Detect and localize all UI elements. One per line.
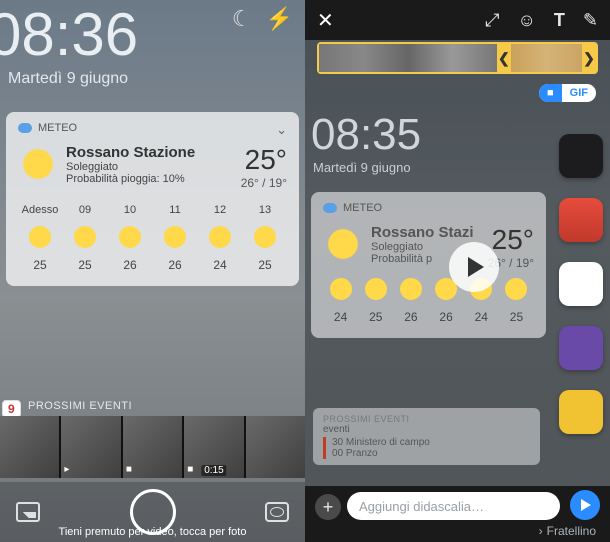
trim-handle-left[interactable]: ❮ xyxy=(497,44,511,72)
video-edit-screen: ✕ ⤢ ☺ T ✎ ❮ ❯ ■ GIF 08:35 Martedì 9 giug… xyxy=(305,0,610,542)
media-thumb[interactable]: ■ xyxy=(184,416,243,478)
trim-track[interactable] xyxy=(319,44,497,72)
night-mode-icon[interactable]: ☾ xyxy=(232,6,252,32)
app-icon xyxy=(559,326,603,370)
events-widget: PROSSIMI EVENTI eventi 30 Ministero di c… xyxy=(313,408,540,465)
video-icon: ■ xyxy=(547,87,554,99)
sun-icon xyxy=(164,226,186,248)
home-app-column xyxy=(552,130,610,472)
sun-icon xyxy=(119,226,141,248)
weather-app-icon xyxy=(18,123,32,133)
media-thumb[interactable] xyxy=(0,416,59,478)
emoji-icon[interactable]: ☺ xyxy=(518,10,536,31)
video-mode[interactable]: ■ xyxy=(539,84,562,102)
sun-icon xyxy=(74,226,96,248)
sun-icon xyxy=(209,226,231,248)
weather-range: 26° / 19° xyxy=(241,176,287,190)
capture-hint: Tieni premuto per video, tocca per foto xyxy=(0,526,305,538)
weather-widget: METEO ⌄ Rossano Stazione Soleggiato Prob… xyxy=(6,112,299,286)
preview-weather-widget: METEO Rossano Stazi Soleggiato Probabili… xyxy=(311,192,546,338)
preview-date: Martedì 9 giugno xyxy=(313,160,411,175)
media-thumb[interactable]: ▸ xyxy=(61,416,120,478)
weather-location: Rossano Stazione xyxy=(66,144,233,161)
sun-icon xyxy=(365,278,387,300)
trim-handle-right[interactable]: ❯ xyxy=(582,44,596,72)
crop-icon[interactable]: ⤢ xyxy=(485,10,499,31)
video-gif-toggle[interactable]: ■ GIF xyxy=(539,84,596,102)
flash-icon[interactable]: ⚡ xyxy=(266,6,293,32)
app-icon xyxy=(559,390,603,434)
gif-mode[interactable]: GIF xyxy=(562,84,596,102)
weather-condition: Soleggiato xyxy=(66,161,233,173)
sun-icon xyxy=(323,224,363,264)
clock-app-icon xyxy=(559,134,603,178)
weather-temp: 25° xyxy=(241,144,287,176)
gallery-icon[interactable] xyxy=(16,502,40,522)
recent-media-strip[interactable]: ▸ ■ ■ xyxy=(0,416,305,478)
weather-app-icon xyxy=(323,203,337,213)
video-trimmer[interactable]: ❮ ❯ xyxy=(317,42,598,74)
hourly-forecast: Adesso25 0925 1026 1126 1224 1325 xyxy=(18,204,287,272)
caption-input[interactable]: Aggiungi didascalia… xyxy=(347,492,560,520)
editor-topbar: ✕ ⤢ ☺ T ✎ xyxy=(305,0,610,40)
media-thumb[interactable] xyxy=(246,416,305,478)
add-media-button[interactable]: + xyxy=(315,494,341,520)
weather-rain: Probabilità pioggia: 10% xyxy=(66,173,233,185)
switch-camera-icon[interactable] xyxy=(265,502,289,522)
sun-icon xyxy=(330,278,352,300)
video-icon: ▸ xyxy=(64,464,69,475)
preview-clock: 08:35 xyxy=(311,110,421,160)
close-icon[interactable]: ✕ xyxy=(317,8,334,33)
sun-icon xyxy=(400,278,422,300)
video-icon: ■ xyxy=(187,464,193,475)
sun-icon xyxy=(505,278,527,300)
sun-icon xyxy=(29,226,51,248)
chevron-down-icon[interactable]: ⌄ xyxy=(276,122,287,138)
trim-selection[interactable] xyxy=(511,44,582,72)
app-icon xyxy=(559,262,603,306)
camera-capture-screen: 08:36 Martedì 9 giugno ☾ ⚡ METEO ⌄ Rossa… xyxy=(0,0,305,542)
media-thumb[interactable]: ■ xyxy=(123,416,182,478)
app-icon xyxy=(559,198,603,242)
send-button[interactable] xyxy=(570,490,600,520)
video-icon: ■ xyxy=(126,464,132,475)
sun-icon xyxy=(18,144,58,184)
text-tool-icon[interactable]: T xyxy=(554,10,565,31)
lockscreen-date: Martedì 9 giugno xyxy=(8,70,128,88)
play-button[interactable] xyxy=(449,242,499,292)
lockscreen-clock: 08:36 xyxy=(0,0,138,69)
weather-provider: METEO xyxy=(38,122,77,134)
sun-icon xyxy=(254,226,276,248)
draw-icon[interactable]: ✎ xyxy=(583,10,598,31)
next-events-label: PROSSIMI EVENTI xyxy=(28,400,132,412)
recipient-chip[interactable]: ›Fratellino xyxy=(539,524,596,538)
